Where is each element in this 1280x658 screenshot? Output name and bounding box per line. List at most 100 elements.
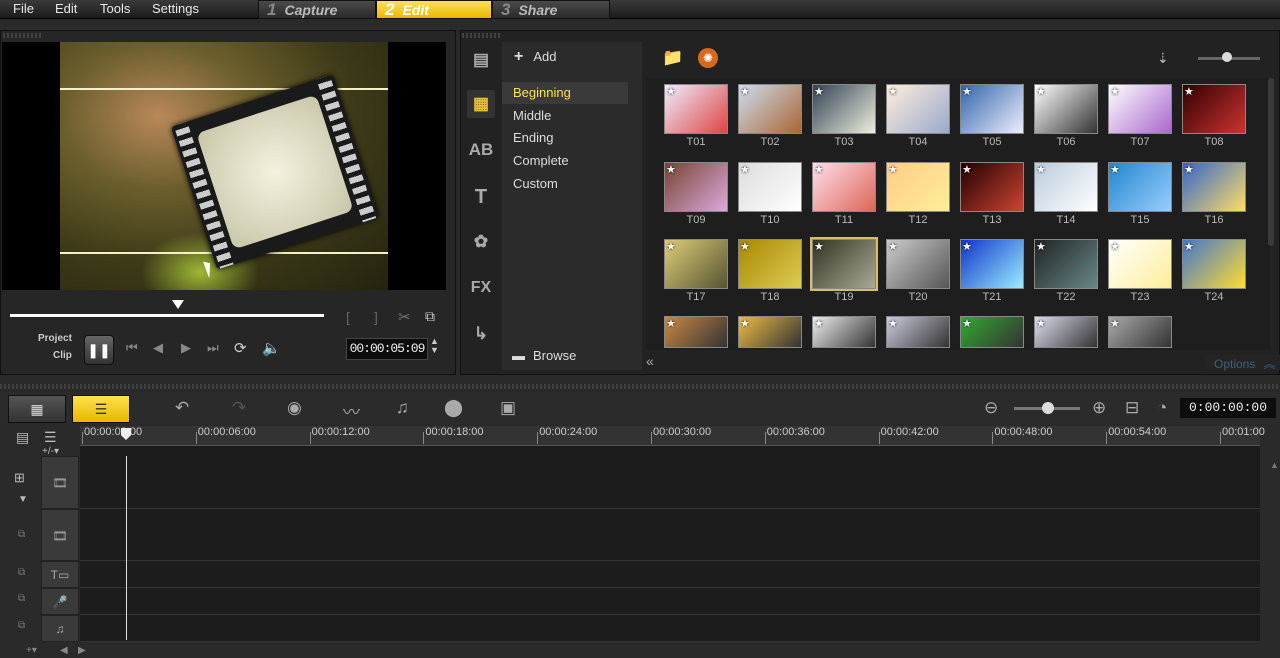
end-icon[interactable]: ⏭: [207, 340, 219, 356]
add-button[interactable]: + Add: [514, 48, 556, 66]
project-thumbnail[interactable]: ★: [960, 239, 1024, 289]
show-all-tracks-icon[interactable]: ▤: [16, 429, 29, 446]
transition-tab-icon[interactable]: AB: [467, 136, 495, 164]
project-thumbnail[interactable]: ★: [886, 239, 950, 289]
step-capture-tab[interactable]: 1 Capture: [258, 0, 376, 19]
category-complete[interactable]: Complete: [502, 150, 628, 172]
track-manager-icon[interactable]: ☰: [44, 429, 57, 446]
title-tab-icon[interactable]: T: [467, 183, 495, 211]
split-clip-icon[interactable]: ✂: [398, 308, 411, 326]
auto-music-icon[interactable]: ♫: [396, 398, 409, 418]
sound-mixer-icon[interactable]: 〰: [343, 398, 360, 423]
project-thumbnail[interactable]: ★: [738, 162, 802, 212]
project-thumbnail[interactable]: ★: [1034, 239, 1098, 289]
project-thumbnail[interactable]: ★: [1108, 239, 1172, 289]
project-thumbnail[interactable]: ★: [664, 84, 728, 134]
project-thumbnail[interactable]: ★: [1034, 316, 1098, 348]
sort-icon[interactable]: ⇣: [1157, 50, 1169, 67]
home-icon[interactable]: ⏮: [126, 340, 138, 356]
scrubber-handle[interactable]: [172, 300, 184, 309]
step-edit-tab[interactable]: 2 Edit: [376, 0, 492, 19]
project-thumbnail[interactable]: ★: [1034, 84, 1098, 134]
timeline-ruler[interactable]: 00:00:00:00 00:00:06:00 00:00:12:00 00:00:1…: [80, 426, 1265, 446]
voice-track[interactable]: [80, 588, 1260, 615]
enlarge-preview-icon[interactable]: ⧉: [425, 308, 435, 325]
timeline-add-icon[interactable]: +▾: [26, 645, 37, 656]
step-share-tab[interactable]: 3 Share: [492, 0, 610, 19]
pause-button[interactable]: ❚❚: [84, 335, 114, 365]
ripple-dropdown-icon[interactable]: ▼: [18, 494, 28, 505]
project-thumbnail[interactable]: ★: [1182, 239, 1246, 289]
project-thumbnail[interactable]: ★: [1182, 162, 1246, 212]
zoom-slider-handle[interactable]: [1042, 402, 1054, 414]
overlay-track-header[interactable]: 🎞: [41, 509, 79, 561]
storyboard-view-button[interactable]: ▦: [8, 395, 66, 423]
project-thumbnail[interactable]: ★: [738, 239, 802, 289]
ripple-edit-icon[interactable]: ⊞: [14, 470, 25, 486]
timeline-scroll-up-icon[interactable]: ▲: [1270, 460, 1279, 480]
project-thumbnail[interactable]: ★: [664, 162, 728, 212]
overlay-lock-icon[interactable]: ⧉: [18, 529, 25, 540]
project-thumbnail[interactable]: ★: [664, 239, 728, 289]
project-thumbnail[interactable]: ★: [960, 162, 1024, 212]
music-track-header[interactable]: ♫: [41, 615, 79, 642]
next-frame-icon[interactable]: ▶: [181, 340, 191, 356]
music-lock-icon[interactable]: ⧉: [18, 620, 25, 631]
project-thumbnail[interactable]: ★: [812, 316, 876, 348]
browse-button[interactable]: ▬ Browse: [512, 348, 576, 363]
media-tab-icon[interactable]: ▤: [467, 46, 495, 74]
thumbnail-size-handle[interactable]: [1222, 52, 1232, 62]
undo-icon[interactable]: ↶: [175, 398, 189, 418]
reel-icon[interactable]: ✺: [698, 48, 718, 68]
mark-out-icon[interactable]: ]: [374, 309, 378, 325]
project-mode-label[interactable]: Project: [38, 333, 72, 344]
folder-icon[interactable]: 📁: [662, 48, 683, 68]
clip-mode-label[interactable]: Clip: [53, 350, 72, 361]
music-track[interactable]: [80, 615, 1260, 642]
video-track[interactable]: [80, 456, 1260, 509]
project-thumbnail[interactable]: ★: [886, 84, 950, 134]
title-lock-icon[interactable]: ⧉: [18, 567, 25, 578]
mark-in-icon[interactable]: [: [346, 309, 350, 325]
fit-project-icon[interactable]: ⊟: [1125, 398, 1139, 418]
category-beginning[interactable]: Beginning: [502, 82, 628, 104]
menu-settings[interactable]: Settings: [152, 1, 199, 16]
scroll-right-icon[interactable]: ▶: [78, 645, 86, 656]
redo-icon[interactable]: ↷: [232, 398, 246, 418]
path-tab-icon[interactable]: ↳: [467, 320, 495, 348]
project-thumbnail[interactable]: ★: [1034, 162, 1098, 212]
project-thumbnail[interactable]: ★: [664, 316, 728, 348]
subtitle-editor-icon[interactable]: ▣: [500, 398, 516, 418]
voice-lock-icon[interactable]: ⧉: [18, 593, 25, 604]
project-thumbnail[interactable]: ★: [1108, 162, 1172, 212]
project-thumbnail[interactable]: ★: [1108, 316, 1172, 348]
project-thumbnail[interactable]: ★: [812, 84, 876, 134]
project-thumbnail[interactable]: ★: [738, 84, 802, 134]
volume-icon[interactable]: 🔈: [262, 339, 281, 357]
options-button[interactable]: Options ︽: [1206, 355, 1280, 371]
project-thumbnail[interactable]: ★: [886, 316, 950, 348]
project-thumbnail[interactable]: ★: [960, 316, 1024, 348]
title-track[interactable]: [80, 561, 1260, 588]
scroll-left-icon[interactable]: ◀: [60, 645, 68, 656]
category-custom[interactable]: Custom: [502, 173, 628, 195]
project-thumbnail[interactable]: ★: [738, 316, 802, 348]
overlay-track[interactable]: [80, 509, 1260, 561]
project-duration-icon[interactable]: ◔: [1157, 398, 1167, 418]
title-track-header[interactable]: T▭: [41, 561, 79, 588]
zoom-in-icon[interactable]: ⊕: [1092, 398, 1106, 418]
preview-timecode[interactable]: 00:00:05:09: [346, 338, 428, 360]
instant-project-tab-icon[interactable]: ▦: [467, 90, 495, 118]
collapse-library-icon[interactable]: «: [646, 353, 654, 369]
motion-tracking-icon[interactable]: ⬤: [444, 398, 463, 418]
timeline-view-button[interactable]: ☰: [72, 395, 130, 423]
project-thumbnail[interactable]: ★: [1182, 84, 1246, 134]
project-thumbnail[interactable]: ★: [810, 237, 878, 291]
project-thumbnail[interactable]: ★: [812, 162, 876, 212]
voice-track-header[interactable]: 🎤: [41, 588, 79, 615]
project-thumbnail[interactable]: ★: [886, 162, 950, 212]
filter-tab-icon[interactable]: FX: [467, 274, 495, 302]
project-thumbnail[interactable]: ★: [960, 84, 1024, 134]
previous-frame-icon[interactable]: ◀: [153, 340, 163, 356]
repeat-icon[interactable]: ⟳: [234, 339, 247, 357]
